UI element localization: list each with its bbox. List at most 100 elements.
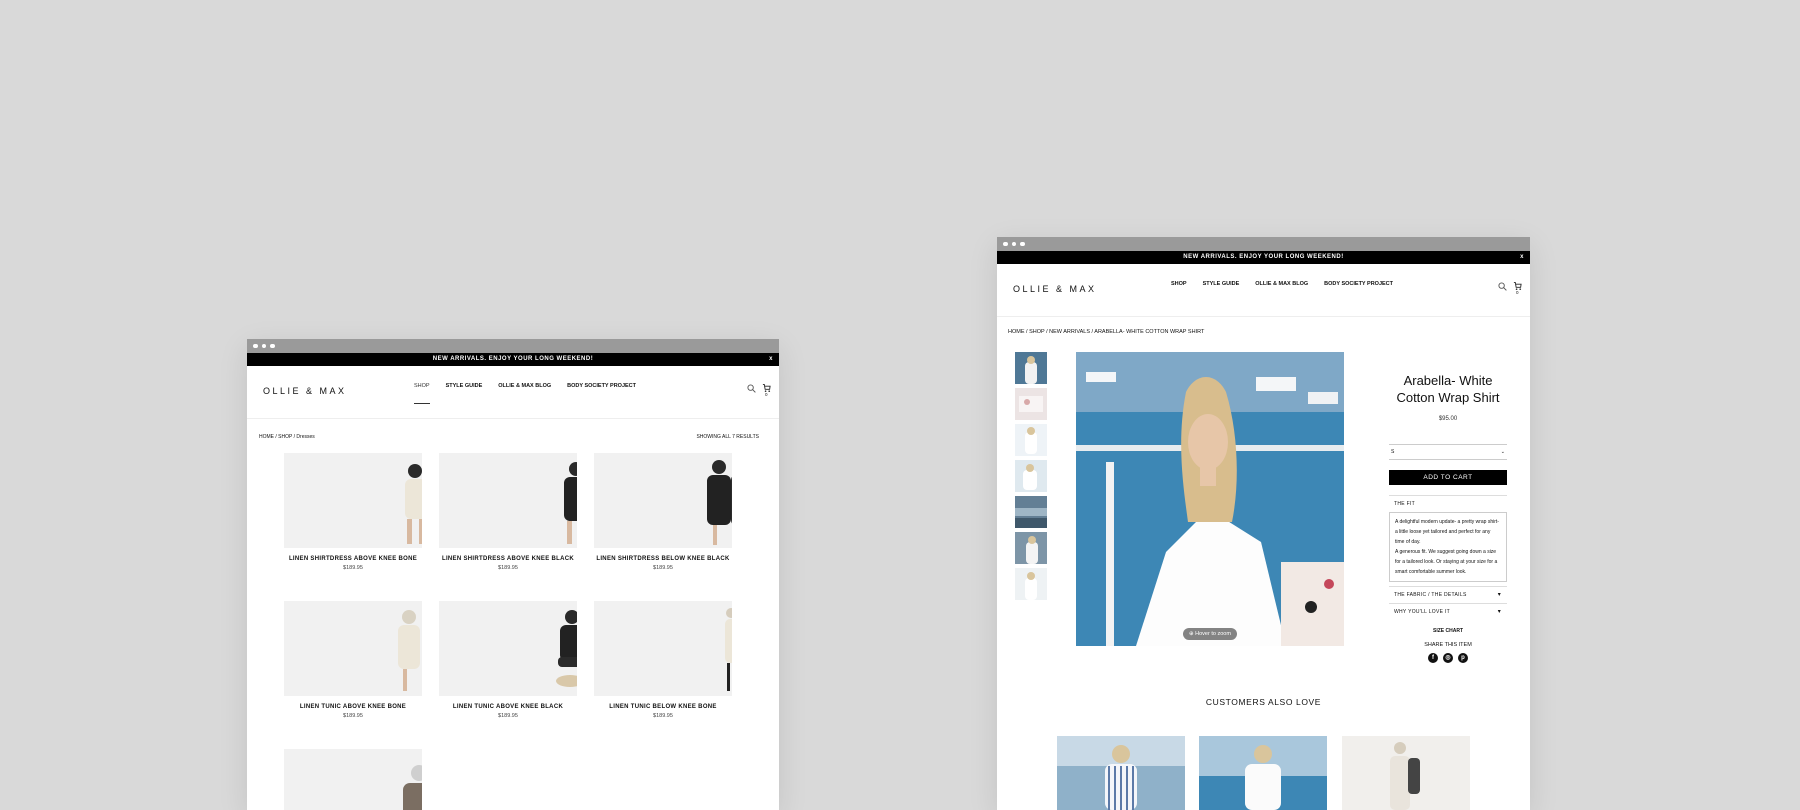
product-card[interactable]: LINEN TUNIC BELOW KNEE BONE $189.95 [594,601,732,719]
close-icon[interactable]: x [1520,251,1524,264]
main-nav: SHOP STYLE GUIDE OLLIE & MAX BLOG BODY S… [414,383,636,404]
product-card[interactable]: LINEN SHIRTDRESS BELOW KNEE BLACK $189.9… [594,453,732,571]
thumbnail[interactable] [1015,388,1047,420]
nav-body-society[interactable]: BODY SOCIETY PROJECT [1324,281,1393,301]
product-name[interactable]: LINEN SHIRTDRESS ABOVE KNEE BONE [284,556,422,562]
thumbnail[interactable] [1015,352,1047,384]
product-name[interactable]: LINEN TUNIC BELOW KNEE BONE [594,704,732,710]
accordion-fit-label: THE FIT [1394,501,1415,507]
product-title: Arabella- White Cotton Wrap Shirt [1389,372,1507,406]
logo[interactable]: OLLIE & MAX [1013,284,1097,294]
cart-count: 0 [765,392,768,397]
product-name[interactable]: LINEN SHIRTDRESS BELOW KNEE BLACK [594,556,732,562]
shop-page-window: NEW ARRIVALS. ENJOY YOUR LONG WEEKEND! x… [247,339,779,810]
share-label: SHARE THIS ITEM [1424,642,1472,648]
product-image[interactable] [439,601,577,696]
size-select[interactable]: S ⌄ [1389,444,1507,460]
size-select-value: S [1391,449,1395,455]
zoom-hint-label: Hover to zoom [1195,631,1231,637]
product-image[interactable] [594,453,732,548]
product-price: $189.95 [653,565,673,571]
accordion-fit[interactable]: THE FIT [1389,495,1507,512]
nav-style-guide[interactable]: STYLE GUIDE [1203,281,1240,301]
window-dot[interactable] [1011,241,1016,247]
product-name[interactable]: LINEN TUNIC ABOVE KNEE BLACK [439,704,577,710]
product-info: Arabella- White Cotton Wrap Shirt $95.00… [1389,352,1507,663]
announcement-text: NEW ARRIVALS. ENJOY YOUR LONG WEEKEND! [1183,254,1344,260]
social-icons: f ◎ p [1389,653,1507,663]
thumbnail[interactable] [1015,532,1047,564]
chevron-down-icon: ⌄ [1500,449,1505,455]
product-card[interactable]: LINEN TUNIC ABOVE KNEE BONE $189.95 [284,601,422,719]
thumbnail[interactable] [1015,460,1047,492]
nav-style-guide[interactable]: STYLE GUIDE [446,383,483,404]
thumbnail[interactable] [1015,568,1047,600]
browser-chrome [247,339,779,353]
announcement-bar: NEW ARRIVALS. ENJOY YOUR LONG WEEKEND! x [997,251,1530,264]
size-chart-link[interactable]: SIZE CHART [1389,628,1507,634]
cart-button[interactable]: 0 [1513,278,1522,296]
nav-shop[interactable]: SHOP [1171,281,1187,301]
thumbnail-strip [1015,352,1061,604]
product-card[interactable] [284,749,422,810]
accordion-fabric[interactable]: THE FABRIC / THE DETAILS ▾ [1389,586,1507,603]
search-icon[interactable] [1498,282,1507,291]
product-image[interactable] [594,601,732,696]
pinterest-icon[interactable]: p [1458,653,1468,663]
fit-text-2: A generous fit. We suggest going down a … [1395,549,1498,575]
product-image[interactable] [439,453,577,548]
product-price: $95.00 [1438,416,1458,422]
product-image[interactable] [284,749,422,810]
product-image[interactable] [284,601,422,696]
product-card[interactable]: LINEN SHIRTDRESS ABOVE KNEE BLACK $189.9… [439,453,577,571]
product-image[interactable] [284,453,422,548]
nav-shop[interactable]: SHOP [414,383,430,404]
window-dot[interactable] [270,343,275,349]
announcement-bar: NEW ARRIVALS. ENJOY YOUR LONG WEEKEND! x [247,353,779,366]
product-card[interactable]: LINEN SHIRTDRESS ABOVE KNEE BONE $189.95 [284,453,422,571]
accordion-why-label: WHY YOU'LL LOVE IT [1394,609,1451,615]
thumbnail[interactable] [1015,424,1047,456]
nav-body-society[interactable]: BODY SOCIETY PROJECT [567,383,636,404]
product-price: $189.95 [498,565,518,571]
close-icon[interactable]: x [769,353,773,366]
fit-text-1: A delightful modern update- a pretty wra… [1395,519,1499,545]
recommended-product-image[interactable] [1199,736,1327,810]
product-title-line-2: Cotton Wrap Shirt [1396,390,1500,405]
add-to-cart-button[interactable]: ADD TO CART [1389,470,1507,485]
recommended-product-image[interactable] [1342,736,1470,810]
accordion-why[interactable]: WHY YOU'LL LOVE IT ▾ [1389,603,1507,620]
product-name[interactable]: LINEN TUNIC ABOVE KNEE BONE [284,704,422,710]
product-card[interactable]: LINEN TUNIC ABOVE KNEE BLACK $189.95 [439,601,577,719]
header-icons: 0 [747,380,771,398]
window-dot[interactable] [1020,241,1025,247]
accordion-fabric-label: THE FABRIC / THE DETAILS [1394,592,1467,598]
nav-blog[interactable]: OLLIE & MAX BLOG [1255,281,1308,301]
caret-down-icon: ▾ [1497,592,1501,598]
customers-also-love-heading: CUSTOMERS ALSO LOVE [1205,697,1322,707]
recommended-product-image[interactable] [1057,736,1185,810]
product-name[interactable]: LINEN SHIRTDRESS ABOVE KNEE BLACK [439,556,577,562]
main-product-image[interactable]: ⊕ Hover to zoom [1076,352,1344,646]
nav-blog[interactable]: OLLIE & MAX BLOG [498,383,551,404]
cart-button[interactable]: 0 [762,380,771,398]
product-price: $189.95 [343,565,363,571]
results-count: SHOWING ALL 7 RESULTS [696,434,759,440]
window-dot[interactable] [1003,241,1008,247]
window-dot[interactable] [253,343,258,349]
search-icon[interactable] [747,384,756,393]
instagram-icon[interactable]: ◎ [1443,653,1453,663]
main-nav: SHOP STYLE GUIDE OLLIE & MAX BLOG BODY S… [1171,281,1393,301]
product-price: $189.95 [343,713,363,719]
product-price: $189.95 [498,713,518,719]
product-page-window: NEW ARRIVALS. ENJOY YOUR LONG WEEKEND! x… [997,237,1530,810]
breadcrumb[interactable]: HOME / SHOP / NEW ARRIVALS / ARABELLA- W… [1008,329,1204,335]
site-header: OLLIE & MAX SHOP STYLE GUIDE OLLIE & MAX… [247,366,779,419]
window-dot[interactable] [261,343,266,349]
logo[interactable]: OLLIE & MAX [263,386,347,396]
breadcrumb[interactable]: HOME / SHOP / Dresses [259,434,315,440]
site-header: OLLIE & MAX SHOP STYLE GUIDE OLLIE & MAX… [997,264,1530,317]
facebook-icon[interactable]: f [1428,653,1438,663]
thumbnail[interactable] [1015,496,1047,528]
browser-chrome [997,237,1530,251]
